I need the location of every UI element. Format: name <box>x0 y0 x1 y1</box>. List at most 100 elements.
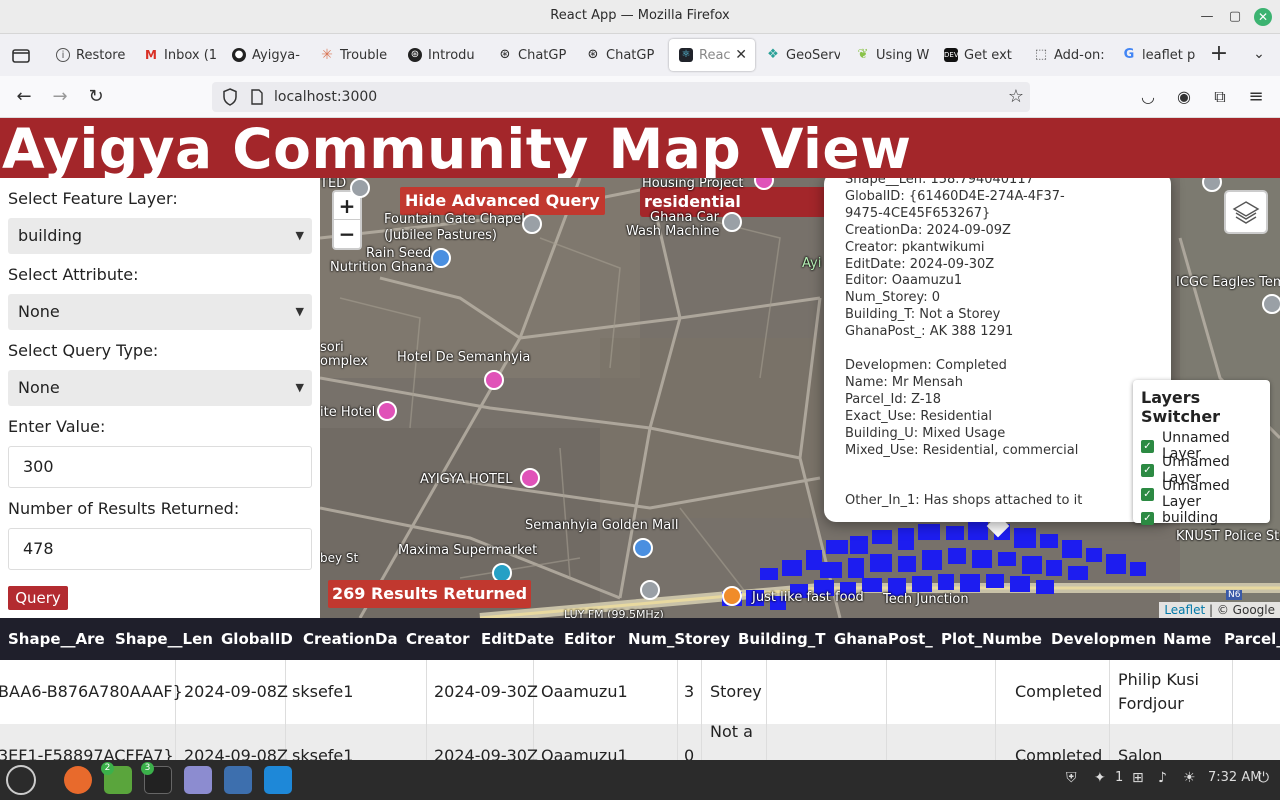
attribute-select[interactable]: None ▼ <box>8 294 312 330</box>
tab-2[interactable]: ● Ayigya- <box>222 39 306 71</box>
react-icon: ⚛ <box>679 48 693 62</box>
pocket-icon[interactable]: ◡ <box>1136 85 1160 109</box>
poi-marker-icon[interactable] <box>722 212 742 232</box>
column-header[interactable]: CreationDa <box>303 618 398 660</box>
brightness-icon[interactable]: ☀ <box>1183 770 1196 786</box>
hotel-marker-icon[interactable] <box>377 401 397 421</box>
list-tabs-button[interactable]: ⌄ <box>1247 42 1271 66</box>
tab-0[interactable]: i Restore <box>46 39 130 71</box>
poi-marker-icon[interactable] <box>522 214 542 234</box>
map-label: sori <box>320 340 344 355</box>
zoom-out-button[interactable]: − <box>334 220 360 248</box>
column-header[interactable]: EditDate <box>481 618 554 660</box>
column-header[interactable]: Editor <box>564 618 615 660</box>
poi-marker-icon[interactable] <box>640 580 660 600</box>
layers-button[interactable] <box>1224 190 1268 234</box>
vscode-icon[interactable] <box>264 766 292 794</box>
hotel-marker-icon[interactable] <box>520 468 540 488</box>
bookmark-star-icon[interactable]: ☆ <box>1008 86 1024 107</box>
tab-overview-icon[interactable] <box>8 39 34 71</box>
results-count-input[interactable]: 478 <box>8 528 312 570</box>
hide-advanced-query-button[interactable]: Hide Advanced Query <box>400 187 605 215</box>
power-icon[interactable]: ⏻ <box>1258 770 1269 786</box>
table-cell: Fordjour <box>1118 694 1184 713</box>
close-window-button[interactable]: ✕ <box>1254 8 1272 26</box>
new-tab-button[interactable]: + <box>1207 42 1231 66</box>
map-label: LUY FM (99.5MHz) <box>564 608 664 618</box>
minimize-button[interactable]: — <box>1198 8 1216 26</box>
leaflet-link[interactable]: Leaflet <box>1164 603 1205 617</box>
account-icon[interactable]: ◉ <box>1172 85 1196 109</box>
popup-line: Editor: Oaamuzu1 <box>845 273 963 289</box>
map-label: (Jubilee Pastures) <box>384 228 497 243</box>
column-header[interactable]: Parcel_I <box>1224 618 1280 660</box>
checkbox-checked-icon[interactable]: ✓ <box>1141 439 1154 453</box>
url-text[interactable]: localhost:3000 <box>274 89 377 105</box>
column-header[interactable]: Shape__Len <box>115 618 213 660</box>
back-button[interactable]: ← <box>12 85 36 109</box>
tab-6[interactable]: ⊛ ChatGP <box>576 39 660 71</box>
text-editor-icon[interactable] <box>184 766 212 794</box>
column-header[interactable]: Shape__Are <box>8 618 105 660</box>
column-header[interactable]: Creator <box>406 618 470 660</box>
notifications-icon[interactable]: ✦ <box>1094 770 1106 786</box>
page-icon[interactable] <box>250 89 264 109</box>
query-type-select[interactable]: None ▼ <box>8 370 312 406</box>
poi-marker-icon[interactable] <box>1262 294 1280 314</box>
layer-toggle[interactable]: ✓ Unnamed Layer <box>1141 478 1262 510</box>
map-label: Ghana Car <box>650 210 720 225</box>
screenshot-icon[interactable] <box>224 766 252 794</box>
popup-line: Mixed_Use: Residential, commercial <box>845 442 1079 458</box>
column-header[interactable]: GhanaPost_ <box>834 618 933 660</box>
tab-4[interactable]: ⊛ Introdu <box>398 39 482 71</box>
poi-marker-icon[interactable] <box>431 248 451 268</box>
close-tab-icon[interactable]: ✕ <box>735 47 747 63</box>
column-header[interactable]: Plot_Numbe <box>941 618 1042 660</box>
popup-line: GhanaPost_: AK 388 1291 <box>845 324 1014 340</box>
checkbox-checked-icon[interactable]: ✓ <box>1141 463 1154 477</box>
query-button[interactable]: Query <box>8 586 68 610</box>
shopping-marker-icon[interactable] <box>633 538 653 558</box>
google-icon: G <box>1123 47 1135 62</box>
extensions-icon[interactable]: ⧉ <box>1208 85 1232 109</box>
table-row[interactable]: BAA6-B876A780AAAF} 2024-09-08Z sksefe1 2… <box>0 660 1280 724</box>
volume-icon[interactable]: ♪ <box>1158 770 1167 786</box>
menu-icon[interactable]: ≡ <box>1244 85 1268 109</box>
shield-icon[interactable] <box>222 88 238 110</box>
maximize-button[interactable]: ▢ <box>1226 8 1244 26</box>
tab-1[interactable]: M Inbox (1 <box>134 39 218 71</box>
forward-button[interactable]: → <box>48 85 72 109</box>
shield-tray-icon[interactable]: ⛨ <box>1066 770 1077 786</box>
network-icon[interactable]: ⊞ <box>1132 770 1144 786</box>
tab-7-active[interactable]: ⚛ Reac ✕ <box>669 39 755 71</box>
tab-9[interactable]: ❦ Using W <box>846 39 930 71</box>
checkbox-checked-icon[interactable]: ✓ <box>1141 511 1154 525</box>
tab-10[interactable]: DEV Get ext <box>934 39 1018 71</box>
tab-11[interactable]: ⬚ Add-on: <box>1024 39 1108 71</box>
firefox-icon[interactable] <box>64 766 92 794</box>
column-header[interactable]: GlobalID <box>221 618 293 660</box>
column-header[interactable]: Developmen <box>1051 618 1156 660</box>
url-bar[interactable]: localhost:3000 ☆ <box>212 82 1030 112</box>
column-header[interactable]: Building_T <box>738 618 825 660</box>
checkbox-checked-icon[interactable]: ✓ <box>1141 487 1154 501</box>
hotel-marker-icon[interactable] <box>484 370 504 390</box>
reload-button[interactable]: ↻ <box>84 85 108 109</box>
column-header[interactable]: Name <box>1163 618 1211 660</box>
value-input[interactable]: 300 <box>8 446 312 488</box>
map-label: Just like fast food <box>752 590 864 605</box>
food-marker-icon[interactable] <box>722 586 742 606</box>
tab-5[interactable]: ⊛ ChatGP <box>488 39 572 71</box>
poi-marker-icon[interactable] <box>350 178 370 198</box>
tab-8[interactable]: ❖ GeoServ <box>756 39 840 71</box>
table-row[interactable]: 3EF1-F58897ACFFA7} 2024-09-08Z sksefe1 2… <box>0 722 1280 760</box>
table-cell: 0 <box>684 746 695 760</box>
chevron-down-icon: ▼ <box>295 229 304 242</box>
tab-12[interactable]: Gleaflet p <box>1112 39 1196 71</box>
clock[interactable]: 7:32 AM <box>1208 770 1261 785</box>
feature-layer-select[interactable]: building ▼ <box>8 218 312 254</box>
map-view[interactable]: + − Hide Advanced Query residential TED … <box>320 178 1280 618</box>
column-header[interactable]: Num_Storey <box>628 618 730 660</box>
mint-menu-icon[interactable] <box>6 765 36 795</box>
tab-3[interactable]: ✳ Trouble <box>310 39 394 71</box>
